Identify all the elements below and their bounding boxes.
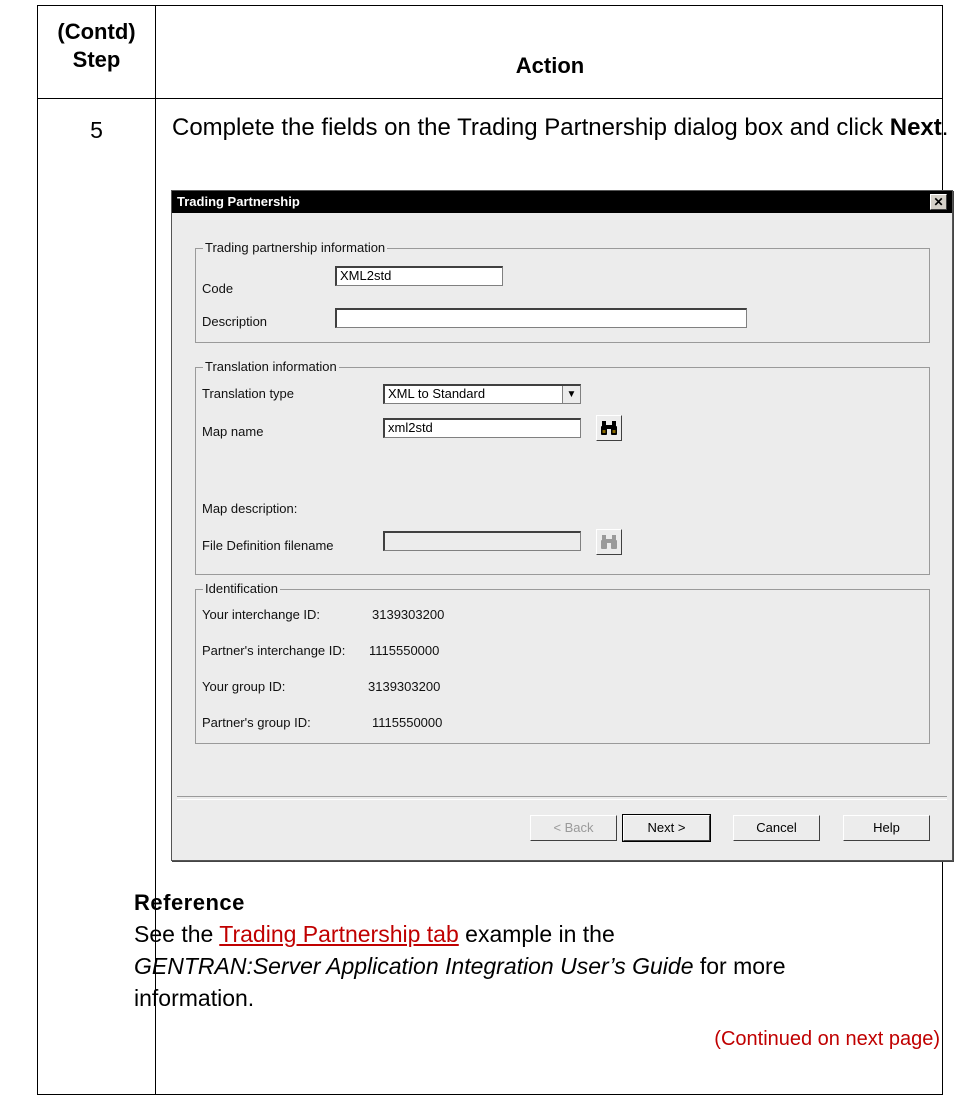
translation-type-select[interactable]: XML to Standard ▼: [383, 384, 581, 404]
description-label: Description: [202, 314, 268, 329]
reference-text-mid: example in the: [458, 921, 615, 947]
translation-group-title: Translation information: [203, 359, 339, 374]
tp-info-group-title: Trading partnership information: [203, 240, 388, 255]
map-name-field[interactable]: xml2std: [383, 418, 581, 438]
map-name-label: Map name: [202, 424, 264, 439]
binoculars-icon: [601, 535, 617, 549]
your-group-id-value: 3139303200: [368, 679, 441, 694]
instruction-period: .: [941, 114, 949, 141]
tp-info-group: Trading partnership information: [195, 240, 930, 343]
continued-note: (Continued on next page): [714, 1028, 940, 1050]
translation-type-label: Translation type: [202, 386, 295, 401]
step-number: 5: [90, 117, 103, 143]
file-definition-browse-button[interactable]: [596, 529, 622, 555]
trading-partnership-tab-link[interactable]: Trading Partnership tab: [219, 921, 459, 947]
trading-partnership-dialog: Trading Partnership ✕ Trading partnershi…: [171, 190, 953, 861]
cancel-button[interactable]: Cancel: [733, 815, 820, 841]
code-label: Code: [202, 281, 234, 296]
partner-group-id-label: Partner's group ID:: [202, 715, 311, 730]
reference-heading: Reference: [134, 890, 245, 915]
instruction-next-bold: Next: [889, 114, 942, 141]
instruction-text: Complete the fields on the Trading Partn…: [172, 114, 890, 141]
file-definition-field[interactable]: [383, 531, 581, 551]
description-field[interactable]: [335, 308, 747, 328]
action-column-header: Action: [515, 53, 585, 78]
binoculars-icon: [601, 421, 617, 435]
close-icon[interactable]: ✕: [930, 194, 947, 210]
step-header-contd: (Contd): [57, 19, 136, 44]
identification-group-title: Identification: [203, 581, 280, 596]
your-interchange-id-value: 3139303200: [372, 607, 445, 622]
partner-interchange-id-value: 1115550000: [369, 643, 440, 658]
reference-text-before: See the: [134, 921, 220, 947]
translation-type-value: XML to Standard: [388, 386, 486, 401]
map-browse-button[interactable]: [596, 415, 622, 441]
next-button[interactable]: Next >: [622, 814, 711, 842]
back-button[interactable]: < Back: [530, 815, 617, 841]
chevron-down-icon[interactable]: ▼: [562, 386, 580, 403]
step-column-header: (Contd) Step: [38, 18, 155, 74]
file-definition-label: File Definition filename: [202, 538, 334, 553]
dialog-title: Trading Partnership: [177, 194, 300, 209]
guide-title: GENTRAN:Server Application Integration U…: [134, 953, 694, 979]
your-interchange-id-label: Your interchange ID:: [202, 607, 321, 622]
step-instruction: Complete the fields on the Trading Partn…: [172, 112, 952, 144]
button-separator: [177, 796, 947, 800]
header-divider: [38, 98, 942, 99]
partner-group-id-value: 1115550000: [372, 715, 443, 730]
code-field[interactable]: XML2std: [335, 266, 503, 286]
dialog-titlebar: Trading Partnership ✕: [172, 191, 952, 213]
help-button[interactable]: Help: [843, 815, 930, 841]
step-header-step: Step: [72, 47, 121, 72]
map-description-label: Map description:: [202, 501, 298, 516]
partner-interchange-id-label: Partner's interchange ID:: [202, 643, 346, 658]
reference-text: See the Trading Partnership tab example …: [134, 918, 894, 1014]
your-group-id-label: Your group ID:: [202, 679, 286, 694]
